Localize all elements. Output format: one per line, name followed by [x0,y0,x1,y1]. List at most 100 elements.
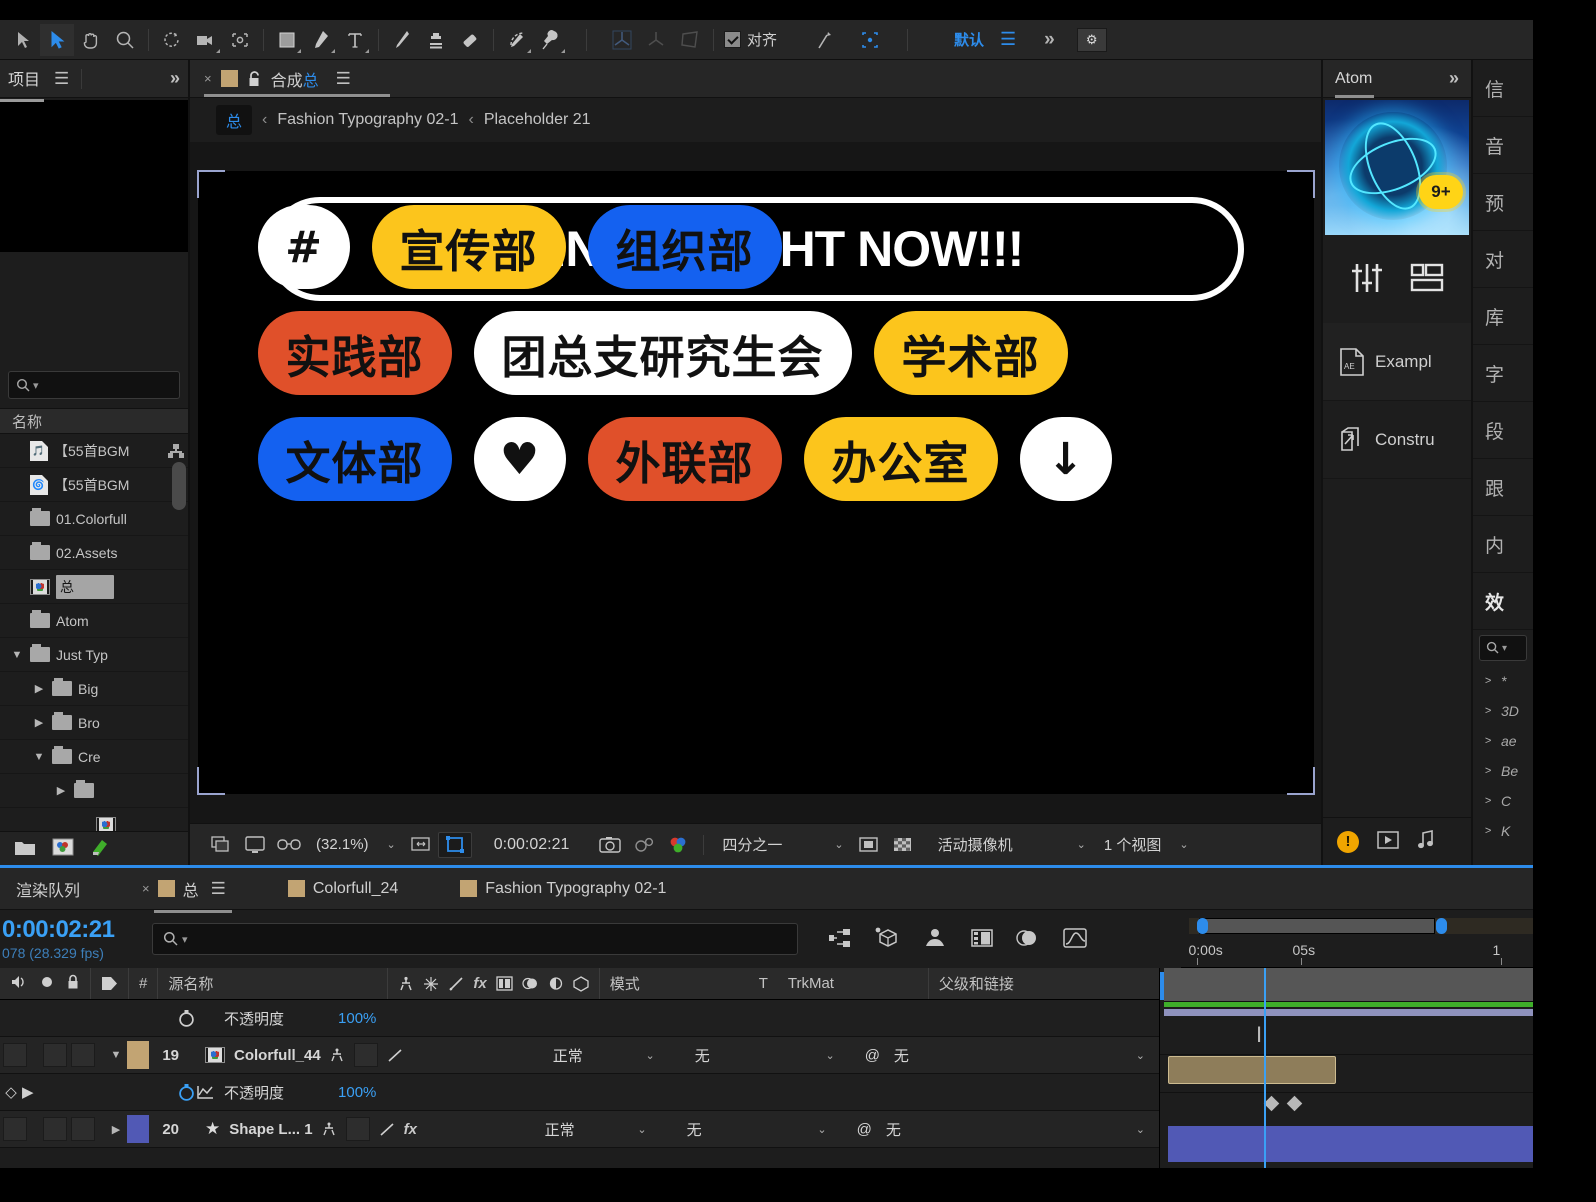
project-item[interactable]: 🌀 【55首BGM [0,468,188,502]
timecode-value[interactable]: 0:00:02:21 [2,916,152,944]
timeline-menu-icon[interactable]: ☰ [211,879,226,899]
pen-tool[interactable] [304,24,338,56]
project-menu-icon[interactable]: ☰ [54,69,69,89]
effects-category-item[interactable]: >3D [1473,696,1533,726]
vertical-tab[interactable]: 段 [1473,402,1533,459]
parent-pickwhip-icon[interactable]: @ [857,1121,872,1138]
keyframe-diamond-icon[interactable]: ◇ [0,1083,22,1101]
expander-icon[interactable]: ▼ [32,751,46,763]
align-toggle[interactable]: 对齐 [724,29,777,50]
align-checkbox-icon[interactable] [724,31,741,48]
hand-tool[interactable] [74,24,108,56]
pill-badge[interactable]: 办公室 [803,417,998,501]
lock-toggle[interactable] [71,1043,95,1067]
layer-expander-icon[interactable]: ▶ [109,1123,123,1136]
new-folder-icon[interactable] [14,839,36,859]
project-item[interactable]: ▶ Big [0,672,188,706]
timeline-tab[interactable]: Colorfull_24 [286,880,400,898]
timecode-display[interactable]: 0:00:02:21 078 (28.329 fps) [0,910,152,968]
timeline-tabbar[interactable]: 渲染队列 × 总 ☰ Colorfull_24 Fashion Typography 02… [0,868,1533,913]
snapping-tool[interactable] [853,24,887,56]
zoom-dropdown-icon[interactable]: ⌄ [379,838,404,851]
composition-menu-icon[interactable]: ☰ [336,69,351,89]
timeline-tab[interactable]: × 总 ☰ [140,877,232,913]
project-overflow-icon[interactable]: » [170,68,180,89]
close-icon[interactable]: × [204,71,212,86]
hide-shy-layers-icon[interactable] [922,927,948,952]
project-item[interactable]: 02.Assets [0,536,188,570]
region-of-interest-icon[interactable] [437,831,472,858]
music-icon[interactable] [1417,830,1435,853]
workspace-overflow-icon[interactable]: » [1044,29,1055,51]
property-value[interactable]: 100% [338,1010,376,1027]
expander-icon[interactable]: ▶ [54,784,68,797]
fit-to-comp-icon[interactable] [404,836,438,854]
type-tool[interactable] [338,24,372,56]
right-vertical-tabstrip[interactable]: 信音预对库字段跟内效 ▾ > * >3D > ae > Be > C > K [1473,60,1533,865]
vertical-tab[interactable]: 预 [1473,174,1533,231]
blend-mode-cell[interactable]: 正常 ⌄ [523,1119,663,1140]
brush-tool[interactable] [385,24,419,56]
timeline-track-area[interactable]: I [1160,968,1533,1168]
vertical-tab[interactable]: 对 [1473,231,1533,288]
effects-icon[interactable]: fx [473,975,486,992]
local-axis-mode[interactable] [605,24,639,56]
draft-3d-icon[interactable] [874,926,900,953]
3d-glasses-icon[interactable] [272,837,306,853]
pill-badge[interactable]: ↓ [1019,417,1112,501]
composition-canvas[interactable]: #宣传部组织部实践部团总支研究生会学术部文体部♥外联部办公室↓ JOIN US … [196,170,1315,795]
work-area-start-handle[interactable] [1196,918,1208,934]
workspace-default[interactable]: 默认 [954,29,984,50]
project-column-header-name[interactable]: 名称 [0,408,188,434]
vertical-tab[interactable]: 字 [1473,345,1533,402]
layer-row[interactable]: ▶ 20 ★ Shape L... 1 fx 正常 ⌄ 无 ⌄ @ 无 ⌄ [0,1111,1159,1148]
trkmat-cell[interactable]: 无 ⌄ [663,1119,843,1140]
lock-icon[interactable] [247,70,262,88]
layer-switch-cell[interactable] [321,1043,531,1067]
effects-search-input[interactable]: ▾ [1479,635,1527,661]
bend-tool[interactable] [809,24,843,56]
eraser-tool[interactable] [453,24,487,56]
property-value[interactable]: 100% [338,1084,376,1101]
project-item[interactable]: 🎵 【55首BGM [0,434,188,468]
breadcrumb-item-1[interactable]: Fashion Typography 02-1 [277,111,458,129]
timeline-tab[interactable]: 渲染队列 [14,877,82,901]
timeline-ruler[interactable]: 0:00s 05s 1 [1180,910,1533,968]
layer-name[interactable]: Colorfull_44 [234,1047,321,1064]
close-icon[interactable]: × [142,881,150,896]
atom-list-item[interactable]: Constru [1323,401,1471,479]
column-number[interactable]: # [128,968,157,999]
layer-property-row[interactable]: ◇ ▶ 不透明度 100% [0,1074,1159,1111]
rotation-tool[interactable] [155,24,189,56]
composition-tab-label[interactable]: 合成总 [271,67,319,91]
puppet-pin-tool[interactable] [534,24,568,56]
breadcrumb-item-2[interactable]: Placeholder 21 [484,111,591,129]
solo-icon[interactable] [40,975,54,993]
work-area-end-handle[interactable] [1435,918,1447,934]
column-t[interactable]: T [749,968,778,999]
column-trkmat[interactable]: TrkMat [778,968,928,999]
project-item[interactable]: 01.Colorfull [0,502,188,536]
vertical-tab[interactable]: 内 [1473,516,1533,573]
trkmat-cell[interactable]: 无 ⌄ [671,1045,851,1066]
track-row-2[interactable] [1160,1056,1533,1093]
work-area-bar[interactable] [1188,918,1533,934]
zoom-level-value[interactable]: (32.1%) [306,836,379,853]
resolution-dropdown-icon[interactable]: ⌄ [792,838,851,851]
take-snapshot-icon[interactable] [593,836,627,854]
solo-toggle[interactable] [43,1043,67,1067]
chevron-down-icon[interactable]: ⌄ [1136,1049,1145,1062]
layer-color-swatch[interactable] [127,1041,149,1069]
parent-cell[interactable]: @ 无 ⌄ [843,1119,1159,1140]
project-scrollbar[interactable] [172,462,186,510]
toggle-mask-paths-icon[interactable] [852,836,886,854]
delete-item-icon[interactable] [90,837,110,860]
home-tool[interactable] [6,24,40,56]
views-value[interactable]: 1 个视图 [1094,834,1172,855]
pill-badge[interactable]: 外联部 [587,417,782,501]
clone-stamp-tool[interactable] [419,24,453,56]
track-row-0[interactable] [1164,968,1533,1002]
breadcrumb-root[interactable]: 总 [216,105,253,135]
resolution-value[interactable]: 四分之一 [712,834,792,855]
main-view-icon[interactable] [238,835,272,854]
